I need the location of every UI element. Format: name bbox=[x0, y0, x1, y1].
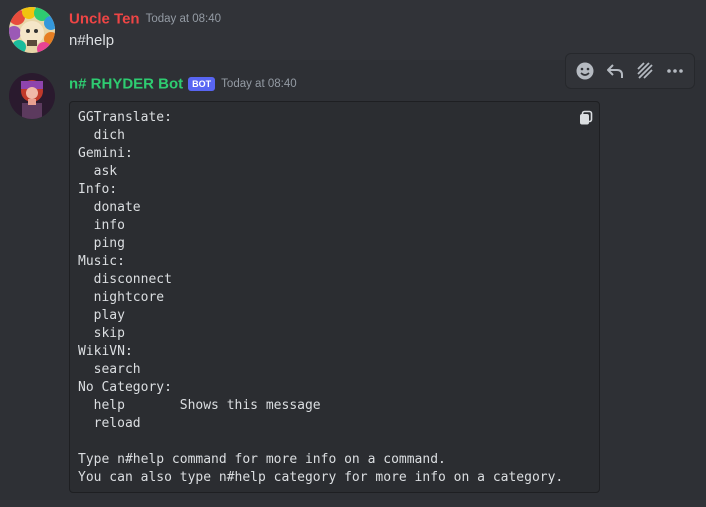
reply-icon[interactable] bbox=[602, 58, 628, 84]
message-actions-toolbar bbox=[565, 53, 695, 89]
code-block: GGTranslate: dich Gemini: ask Info: dona… bbox=[69, 101, 600, 493]
timestamp[interactable]: Today at 08:40 bbox=[146, 13, 221, 25]
avatar[interactable] bbox=[9, 73, 55, 119]
message-uncle-ten: Uncle Ten Today at 08:40 n#help bbox=[0, 0, 706, 60]
copy-icon[interactable] bbox=[578, 110, 594, 126]
timestamp[interactable]: Today at 08:40 bbox=[221, 78, 296, 90]
more-options-icon[interactable] bbox=[662, 58, 688, 84]
message-bot: n# RHYDER Bot BOT Today at 08:40 GGTransla… bbox=[0, 60, 706, 500]
create-thread-icon[interactable] bbox=[632, 58, 658, 84]
code-text: GGTranslate: dich Gemini: ask Info: dona… bbox=[78, 110, 564, 485]
avatar[interactable] bbox=[9, 7, 55, 53]
bot-badge: BOT bbox=[188, 76, 216, 91]
message-header: n# RHYDER Bot BOT Today at 08:40 bbox=[69, 75, 297, 93]
username[interactable]: n# RHYDER Bot bbox=[69, 75, 183, 92]
message-content: n#help bbox=[69, 32, 115, 49]
username[interactable]: Uncle Ten bbox=[69, 10, 140, 27]
message-header: Uncle Ten Today at 08:40 bbox=[69, 10, 221, 28]
add-reaction-icon[interactable] bbox=[572, 58, 598, 84]
